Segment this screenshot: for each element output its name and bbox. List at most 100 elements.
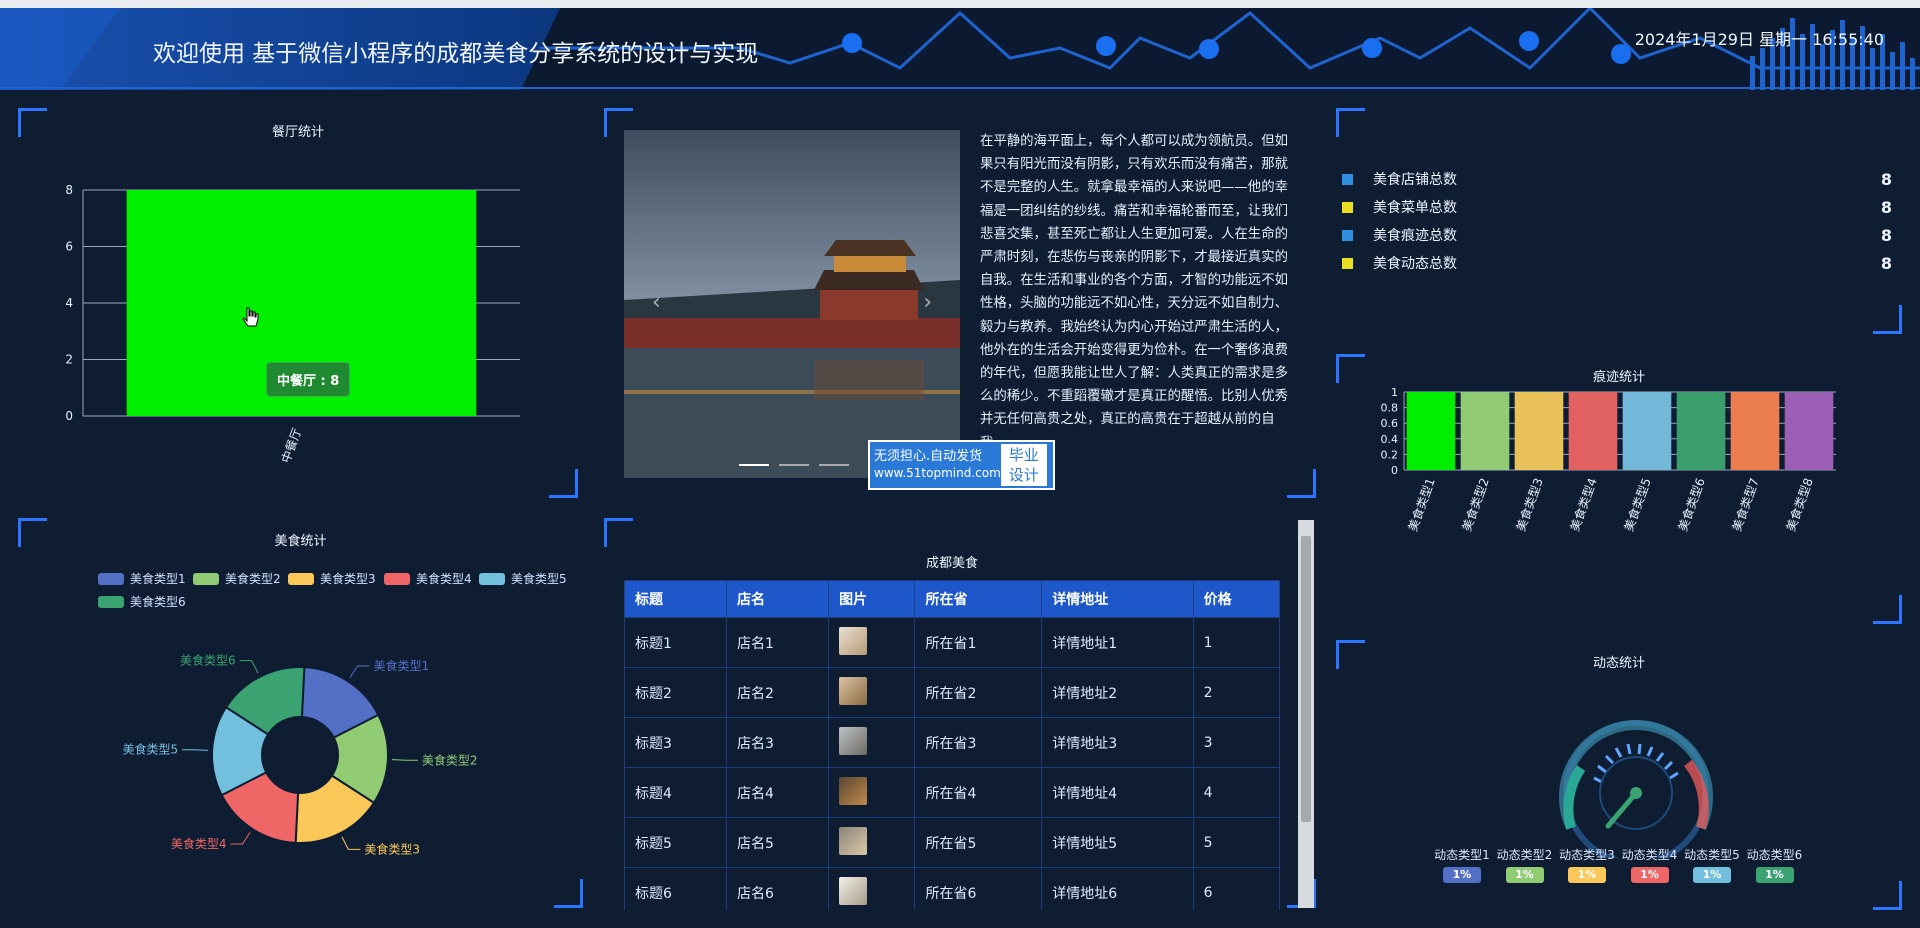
food-thumbnail[interactable] [839, 876, 868, 905]
gauge-legend-item[interactable]: 动态类型6 1% [1745, 846, 1805, 883]
watermark-line1: 无须担心.自动发货 [874, 449, 983, 464]
watermark-line2: www.51topmind.com [874, 466, 1001, 480]
food-thumbnail[interactable] [839, 626, 868, 655]
food-thumbnail[interactable] [839, 826, 868, 855]
table-row[interactable]: 标题2 店名2 所在省2 详情地址2 2 [624, 667, 1280, 718]
table-row[interactable]: 标题4 店名4 所在省4 详情地址4 4 [624, 767, 1280, 818]
legend-swatch-icon [384, 572, 410, 585]
cell-shop: 店名4 [726, 767, 830, 818]
bar[interactable] [1406, 392, 1456, 470]
cell-province: 所在省2 [914, 667, 1043, 718]
food-thumbnail[interactable] [839, 776, 868, 805]
legend-item[interactable]: 美食类型2 [193, 570, 281, 587]
food-thumbnail[interactable] [839, 676, 868, 705]
y-tick-label: 0.6 [1381, 417, 1399, 430]
summary-panel: 美食店铺总数 8 美食菜单总数 8 美食痕迹总数 8 美食动态总数 8 [1336, 108, 1902, 334]
carousel-indicator[interactable] [819, 464, 849, 466]
gauge-legend-item[interactable]: 动态类型4 1% [1620, 846, 1680, 883]
table-row[interactable]: 标题1 店名1 所在省1 详情地址1 1 [624, 617, 1280, 668]
legend-item[interactable]: 美食类型4 [384, 570, 472, 587]
column-header: 图片 [828, 580, 916, 618]
trace-bar-chart[interactable]: 0 0.2 0.4 0.6 0.8 1 美食类型1 美食类型2 美食类型3 美食类型4 美食类型5 美… [1336, 384, 1902, 624]
table-row[interactable]: 标题3 店名3 所在省3 详情地址3 3 [624, 717, 1280, 768]
header: 欢迎使用 基于微信小程序的成都美食分享系统的设计与实现 2024年1月29日 星… [0, 8, 1920, 90]
carousel-prev-icon[interactable]: ‹ [652, 290, 661, 315]
panel-corner [1287, 469, 1316, 498]
y-tick-label: 1 [1391, 386, 1398, 399]
gauge-legend-item[interactable]: 动态类型2 1% [1495, 846, 1555, 883]
watermark-badge: 无须担心.自动发货 www.51topmind.com 毕业 设计 [868, 440, 1055, 490]
label-leader-line [391, 759, 418, 761]
bar[interactable] [1730, 392, 1780, 470]
x-tick-label: 美食类型3 [1513, 476, 1546, 533]
cell-title: 标题2 [624, 667, 728, 718]
cell-shop: 店名5 [726, 817, 830, 868]
food-pie-chart[interactable]: 美食类型1 美食类型2 美食类型3 美食类型4 美食类型5 美食类型6 [18, 608, 583, 908]
gauge-legend-label: 动态类型6 [1746, 848, 1803, 862]
gauge-value-badge: 1% [1443, 867, 1481, 883]
x-tick-label: 美食类型2 [1459, 476, 1492, 533]
gauge-legend-item[interactable]: 动态类型5 1% [1682, 846, 1742, 883]
label-leader-line [349, 665, 370, 678]
cursor-icon [242, 307, 259, 327]
x-tick-label: 美食类型1 [1405, 476, 1438, 533]
stat-value: 8 [1880, 197, 1892, 217]
dynamic-stats-title: 动态统计 [1592, 656, 1645, 671]
food-stats-title: 美食统计 [274, 534, 327, 549]
legend-item[interactable]: 美食类型5 [479, 570, 567, 587]
cell-price: 3 [1192, 717, 1280, 768]
gauge-value-badge: 1% [1630, 867, 1669, 883]
dynamic-gauge[interactable] [1536, 708, 1736, 858]
legend-label: 美食类型3 [320, 572, 376, 586]
trace-stats-panel: 痕迹统计 0 0.2 0.4 0.6 0.8 1 美食类型1 美食类型2 美食类型3 美食类型4 美… [1336, 354, 1902, 624]
carousel[interactable]: ‹ › [624, 130, 960, 478]
table-row[interactable]: 标题5 店名5 所在省5 详情地址5 5 [624, 817, 1280, 868]
cell-province: 所在省5 [914, 817, 1043, 868]
label-leader-line [230, 832, 251, 845]
panel-corner [604, 518, 633, 547]
label-leader-line [182, 749, 209, 751]
scrollbar-thumb[interactable] [1301, 536, 1311, 822]
cell-price: 6 [1192, 867, 1280, 910]
gauge-legend-item[interactable]: 动态类型1 1% [1432, 846, 1492, 883]
y-tick-label: 0 [1391, 464, 1398, 477]
chart-tooltip: 中餐厅 : 8 [266, 362, 351, 397]
cell-province: 所在省6 [914, 867, 1043, 910]
gauge-value-badge: 1% [1755, 867, 1794, 883]
legend-label: 美食类型5 [511, 572, 567, 586]
table-scrollbar[interactable] [1298, 520, 1314, 908]
stat-value: 8 [1880, 169, 1892, 189]
cell-shop: 店名2 [726, 667, 830, 718]
browser-top-strip [0, 0, 1920, 8]
bar[interactable] [1676, 392, 1726, 470]
gauge-legend-item[interactable]: 动态类型3 1% [1557, 846, 1617, 883]
legend-item[interactable]: 美食类型1 [98, 570, 186, 587]
carousel-indicator[interactable] [779, 464, 809, 466]
y-tick-label: 0.2 [1381, 448, 1399, 461]
food-thumbnail[interactable] [839, 726, 868, 755]
cell-title: 标题6 [624, 867, 728, 910]
bar[interactable] [1460, 392, 1510, 470]
column-header: 详情地址 [1041, 580, 1194, 618]
legend-square-icon [1342, 173, 1353, 185]
legend-swatch-icon [479, 572, 505, 585]
table-row[interactable]: 标题6 店名6 所在省6 详情地址6 6 [624, 867, 1280, 910]
legend-square-icon [1342, 201, 1353, 213]
bar[interactable] [1568, 392, 1618, 470]
bar[interactable] [1784, 392, 1834, 470]
legend-swatch-icon [193, 572, 219, 585]
cell-price: 5 [1192, 817, 1280, 868]
gauge-legend-label: 动态类型5 [1684, 848, 1740, 862]
bar[interactable] [1622, 392, 1672, 470]
carousel-indicator[interactable] [739, 464, 769, 466]
column-header: 店名 [726, 580, 830, 618]
stat-label: 美食动态总数 [1373, 256, 1457, 272]
legend-item[interactable]: 美食类型3 [288, 570, 376, 587]
trace-stats-title: 痕迹统计 [1592, 370, 1645, 385]
y-tick-label: 0.4 [1381, 433, 1399, 446]
carousel-next-icon[interactable]: › [923, 290, 932, 315]
restaurant-bar-chart[interactable]: 0 2 4 6 8 中餐厅 [18, 138, 578, 498]
gauge-value-badge: 1% [1693, 867, 1731, 883]
cell-title: 标题5 [624, 817, 728, 868]
bar[interactable] [1514, 392, 1564, 470]
